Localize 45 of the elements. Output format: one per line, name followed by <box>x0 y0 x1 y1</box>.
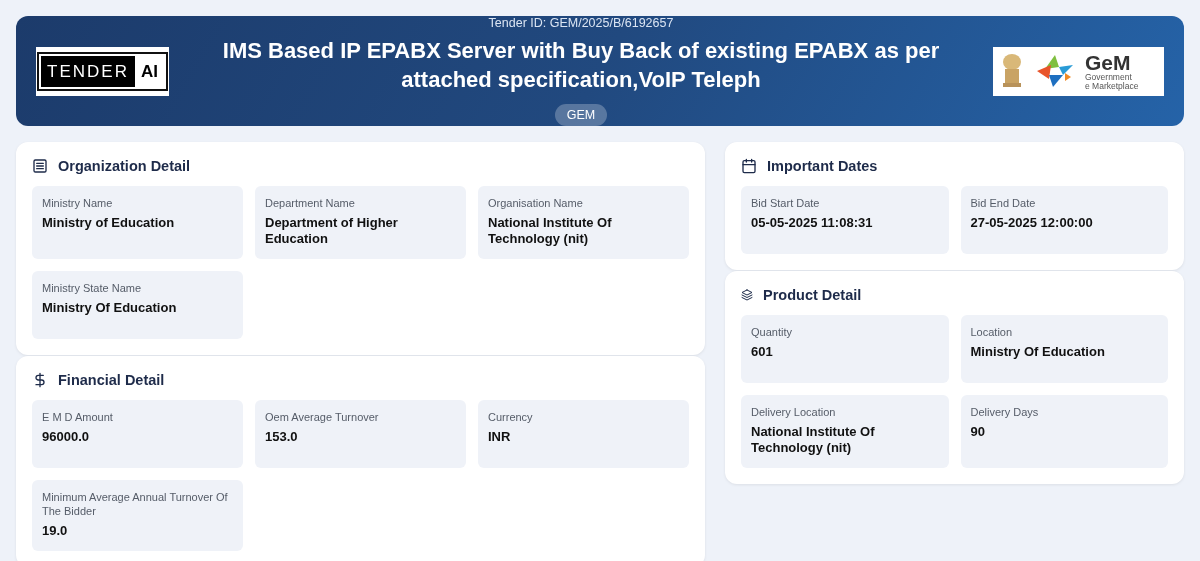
field-label: Oem Average Turnover <box>265 410 380 424</box>
field-label: Delivery Days <box>970 405 1040 419</box>
field-value: Ministry Of Education <box>42 300 178 316</box>
field-value: National Institute Of Technology (nit) <box>751 424 876 456</box>
field-value: 96000.0 <box>42 429 90 445</box>
field-value: 27-05-2025 12:00:00 <box>970 215 1094 231</box>
field-value: 19.0 <box>42 523 69 539</box>
document-icon <box>32 158 48 174</box>
field-label: Location <box>970 325 1014 339</box>
field-value: 05-05-2025 11:08:31 <box>751 215 874 231</box>
field-value: Department of Higher Education <box>265 215 399 247</box>
logo-text: AI <box>139 62 159 80</box>
field-label: Department Name <box>265 196 356 210</box>
star-icon <box>1035 53 1075 89</box>
field-value: Ministry Of Education <box>970 344 1106 360</box>
field-label: Bid Start Date <box>751 196 821 210</box>
gem-tagline: e Marketplace <box>1085 81 1139 90</box>
gem-name: GeM <box>1085 52 1132 73</box>
gem-tagline: Government <box>1085 73 1133 82</box>
card-title: Important Dates <box>767 158 878 174</box>
field-label: Minimum Average Annual Turnover Of The Bidder <box>42 490 229 518</box>
field-value: 90 <box>970 424 986 440</box>
field-label: Ministry Name <box>42 196 114 210</box>
logo-word: TENDER <box>41 55 135 87</box>
source-tag: GEM <box>554 104 608 126</box>
field-label: Currency <box>488 410 534 424</box>
field-value: Ministry of Education <box>42 215 176 231</box>
tender-id: Tender ID: GEM/2025/B/6192657 <box>488 16 674 30</box>
calendar-icon <box>741 158 757 174</box>
field-value: INR <box>488 429 512 445</box>
layers-icon <box>741 289 753 301</box>
field-label: Bid End Date <box>970 196 1037 210</box>
field-value: 153.0 <box>265 429 299 445</box>
field-value: 601 <box>751 344 774 360</box>
field-value: National Institute Of Technology (nit) <box>488 215 613 247</box>
field-label: Delivery Location <box>751 405 837 419</box>
card-title: Financial Detail <box>58 372 165 388</box>
field-label: Ministry State Name <box>42 281 143 295</box>
dollar-icon <box>32 372 48 388</box>
card-title: Organization Detail <box>58 158 191 174</box>
field-label: E M D Amount <box>42 410 114 424</box>
field-label: Organisation Name <box>488 196 584 210</box>
field-label: Quantity <box>751 325 793 339</box>
card-title: Product Detail <box>763 287 862 303</box>
tender-title: IMS Based IP EPABX Server with Buy Back of existing EPABX as per attached specification,VoIP Teleph <box>221 37 941 94</box>
